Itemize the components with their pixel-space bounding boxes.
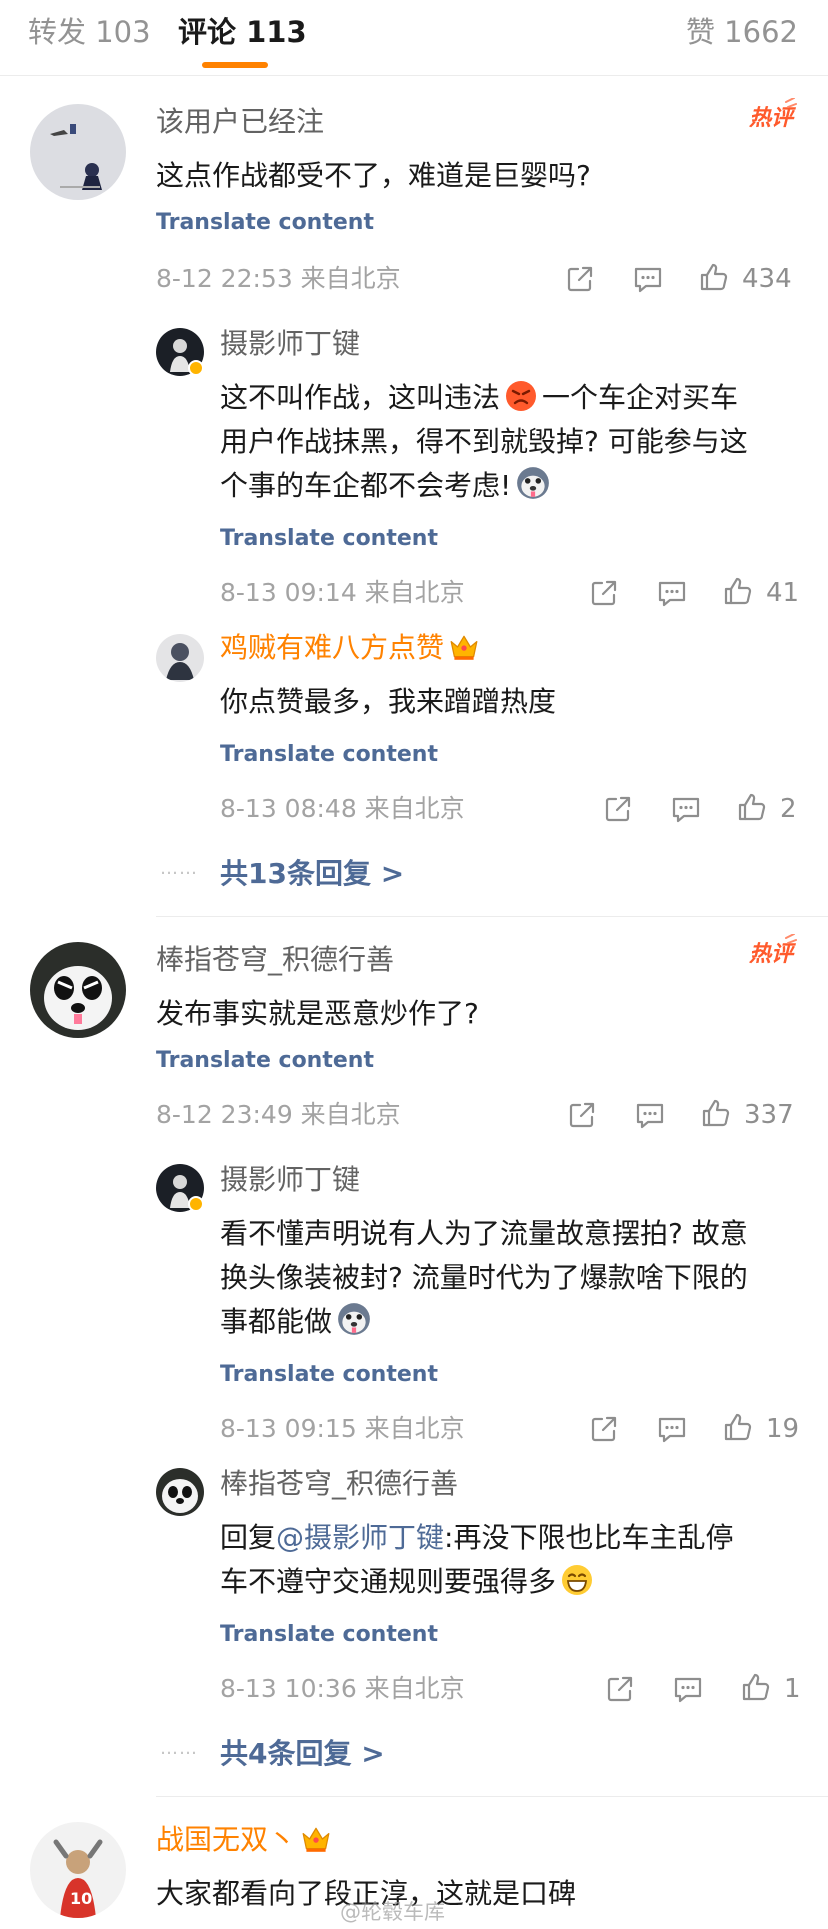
hot-comment-badge [748,98,798,132]
like-icon[interactable] [740,1671,772,1703]
comment-icon[interactable] [634,1099,666,1131]
share-icon[interactable] [602,793,634,825]
like-icon[interactable] [698,261,730,293]
share-icon[interactable] [588,1413,620,1445]
tab-likes[interactable]: 赞 1662 [686,10,798,54]
comment-username[interactable]: 战国无双丶 [156,1820,336,1860]
reply-username[interactable]: 棒指苍穹_积德行善 [220,1464,458,1504]
tab-reposts[interactable]: 转发 103 [28,10,151,54]
more-dots: …… [160,858,198,879]
share-icon[interactable] [564,263,596,295]
comment-icon[interactable] [656,1413,688,1445]
like-count: 337 [744,1100,794,1130]
thread-divider [156,1796,828,1797]
share-icon[interactable] [604,1673,636,1705]
comment-time: 8-12 22:53 来自北京 [156,264,401,293]
like-icon[interactable] [700,1097,732,1129]
translate-link[interactable]: Translate content [156,208,374,238]
comment-username[interactable]: 该用户已经注 [156,102,324,142]
angry-emoji-icon [504,379,538,413]
verified-badge [188,360,204,376]
watermark: @轮毂车库 [340,1900,445,1924]
translate-link[interactable]: Translate content [220,1620,438,1650]
reply-time: 8-13 09:15 来自北京 [220,1414,465,1443]
avatar[interactable]: 10 [30,1822,126,1918]
more-replies-link[interactable]: 共13条回复 > [220,854,404,894]
tab-comments[interactable]: 评论 113 [178,10,307,54]
reply-text: 你点赞最多，我来蹭蹭热度 [220,685,557,718]
crown-icon [448,631,480,663]
translate-link[interactable]: Translate content [220,740,438,770]
share-icon[interactable] [588,577,620,609]
comment-text: 这点作战都受不了，难道是巨婴吗? [156,159,591,192]
reply-time: 8-13 09:14 来自北京 [220,578,465,607]
crown-icon [300,1823,332,1855]
like-count: 19 [766,1414,800,1444]
reply-text-line: 事都能做 [220,1300,376,1344]
thread-divider [156,916,828,917]
reply-text-line: 车不遵守交通规则要强得多 [220,1560,598,1604]
translate-link[interactable]: Translate content [156,1046,374,1076]
reply-text-line: 用户作战抹黑，得不到就毁掉? 可能参与这 [220,425,748,458]
translate-link[interactable]: Translate content [220,524,438,554]
reply-username[interactable]: 摄影师丁键 [220,1160,360,1200]
like-count: 434 [742,264,792,294]
like-icon[interactable] [722,575,754,607]
reply-text-line: 回复@摄影师丁键:再没下限也比车主乱停 [220,1521,734,1554]
like-icon[interactable] [736,791,768,823]
reply-username[interactable]: 摄影师丁键 [220,324,360,364]
share-icon[interactable] [566,1099,598,1131]
comment-time: 8-12 23:49 来自北京 [156,1100,401,1129]
reply-text-line: 换头像装被封? 流量时代为了爆款啥下限的 [220,1261,748,1294]
more-dots: …… [160,1738,198,1759]
comment-text: 发布事实就是恶意炒作了? [156,997,479,1030]
husky-emoji-icon [515,465,551,501]
avatar[interactable] [156,634,204,682]
active-tab-indicator [202,62,268,68]
svg-text:10: 10 [70,1889,92,1908]
reply-time: 8-13 08:48 来自北京 [220,794,465,823]
avatar[interactable] [156,1468,204,1516]
comment-tabbar: 转发 103 评论 113 赞 1662 [0,0,828,76]
mention-link[interactable]: @摄影师丁键 [276,1521,444,1554]
like-count: 2 [780,794,797,824]
comment-icon[interactable] [632,263,664,295]
translate-link[interactable]: Translate content [220,1360,438,1390]
reply-username[interactable]: 鸡贼有难八方点赞 [220,628,484,668]
more-replies-link[interactable]: 共4条回复 > [220,1734,385,1774]
verified-badge [188,1196,204,1212]
avatar[interactable] [30,104,126,200]
hot-comment-badge [748,934,798,968]
husky-emoji-icon [336,1301,372,1337]
reply-text-line: 看不懂声明说有人为了流量故意摆拍? 故意 [220,1217,748,1250]
like-icon[interactable] [722,1411,754,1443]
avatar[interactable] [30,942,126,1038]
comment-username[interactable]: 棒指苍穹_积德行善 [156,940,394,980]
like-count: 41 [766,578,800,608]
comment-icon[interactable] [672,1673,704,1705]
reply-text-line: 这不叫作战，这叫违法 一个车企对买车 [220,379,739,414]
laugh-emoji-icon [560,1563,594,1597]
comment-icon[interactable] [670,793,702,825]
reply-time: 8-13 10:36 来自北京 [220,1674,465,1703]
reply-text-line: 个事的车企都不会考虑! [220,464,555,508]
like-count: 1 [784,1674,801,1704]
comment-icon[interactable] [656,577,688,609]
